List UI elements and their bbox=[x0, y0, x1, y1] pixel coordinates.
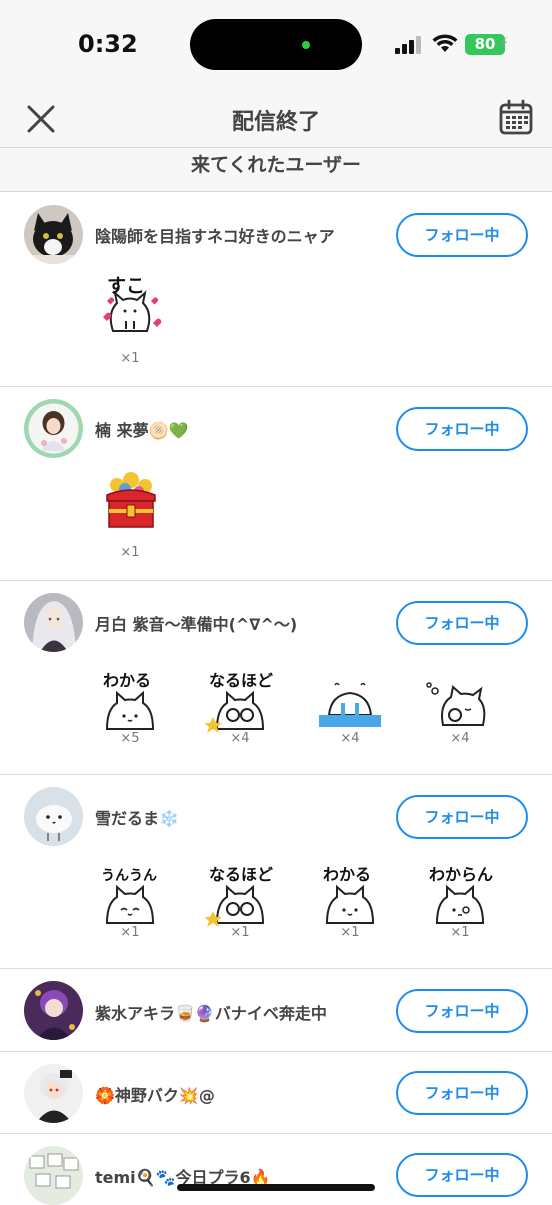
treasure-chest-stamp-icon bbox=[106, 472, 156, 528]
charging-bolt-icon: ⚡ bbox=[499, 35, 509, 51]
stamp: わかる ×1 bbox=[315, 861, 395, 961]
home-indicator[interactable] bbox=[177, 1184, 375, 1191]
stamp: わかる ×5 bbox=[95, 667, 175, 767]
stamp-count: ×1 bbox=[120, 545, 140, 560]
follow-button[interactable]: フォロー中 bbox=[396, 1071, 528, 1115]
page-title: 配信終了 bbox=[231, 110, 320, 135]
stamp-count: ×1 bbox=[120, 925, 140, 940]
status-time: 0:32 bbox=[78, 30, 138, 58]
avatar[interactable] bbox=[24, 593, 83, 652]
user-row: 楠 来夢🫓💚 フォロー中 ×1 bbox=[0, 387, 552, 581]
stamp: なるほど ×1 bbox=[205, 861, 285, 961]
follow-button[interactable]: フォロー中 bbox=[396, 989, 528, 1033]
stamp: ×4 bbox=[315, 667, 395, 767]
username: 楠 来夢🫓💚 bbox=[95, 421, 189, 440]
cellular-signal-icon bbox=[395, 36, 423, 54]
username: 月白 紫音〜準備中(^∇^〜) bbox=[95, 615, 298, 634]
calendar-icon[interactable] bbox=[498, 99, 534, 137]
username: 陰陽師を目指すネコ好きのニャア bbox=[95, 227, 335, 246]
stamp-count: ×4 bbox=[230, 731, 250, 746]
status-bar: 0:32 80 ⚡ bbox=[0, 0, 552, 90]
section-title: 来てくれたユーザー bbox=[190, 154, 362, 176]
avatar[interactable] bbox=[24, 787, 83, 846]
stamp: ×4 bbox=[425, 667, 505, 767]
avatar[interactable] bbox=[24, 205, 83, 264]
username: 🏵️神野バク💥@ bbox=[95, 1086, 215, 1105]
username: 紫水アキラ🥃🔮バナイベ奔走中 bbox=[95, 1004, 327, 1023]
stamp-count: ×5 bbox=[120, 731, 140, 746]
follow-button[interactable]: フォロー中 bbox=[396, 407, 528, 451]
user-row: 紫水アキラ🥃🔮バナイベ奔走中 フォロー中 bbox=[0, 969, 552, 1052]
stamp: なるほど ×4 bbox=[205, 667, 285, 767]
dynamic-island bbox=[190, 19, 362, 70]
user-row: 🏵️神野バク💥@ フォロー中 bbox=[0, 1052, 552, 1134]
stamp-count: ×1 bbox=[450, 925, 470, 940]
stamp-label: すこ bbox=[107, 275, 146, 297]
section-header: 来てくれたユーザー bbox=[0, 148, 552, 192]
username: 雪だるま❄️ bbox=[95, 809, 179, 828]
camera-indicator-icon bbox=[302, 41, 310, 49]
avatar[interactable] bbox=[24, 399, 83, 458]
avatar[interactable] bbox=[24, 1064, 83, 1123]
user-row: 雪だるま❄️ フォロー中 うんうん ×1 なるほど ×1 わかる ×1 わからん bbox=[0, 775, 552, 969]
stamp-count: ×4 bbox=[340, 731, 360, 746]
stamp: すこ ×1 bbox=[95, 273, 175, 373]
stamp-count: ×1 bbox=[120, 351, 140, 366]
follow-button[interactable]: フォロー中 bbox=[396, 601, 528, 645]
follow-button[interactable]: フォロー中 bbox=[396, 795, 528, 839]
stamp: わからん ×1 bbox=[425, 861, 505, 961]
follow-button[interactable]: フォロー中 bbox=[396, 213, 528, 257]
stamp: うんうん ×1 bbox=[95, 861, 175, 961]
user-row: 月白 紫音〜準備中(^∇^〜) フォロー中 わかる ×5 なるほど ×4 ×4 bbox=[0, 581, 552, 775]
user-row: 陰陽師を目指すネコ好きのニャア フォロー中 すこ ×1 bbox=[0, 193, 552, 387]
avatar[interactable] bbox=[24, 1146, 83, 1205]
stamp-count: ×4 bbox=[450, 731, 470, 746]
app-header: 配信終了 bbox=[0, 90, 552, 148]
avatar[interactable] bbox=[24, 981, 83, 1040]
follow-button[interactable]: フォロー中 bbox=[396, 1153, 528, 1197]
stamp-count: ×1 bbox=[230, 925, 250, 940]
wifi-icon bbox=[432, 34, 458, 52]
stamp-count: ×1 bbox=[340, 925, 360, 940]
stamp: ×1 bbox=[95, 467, 175, 567]
